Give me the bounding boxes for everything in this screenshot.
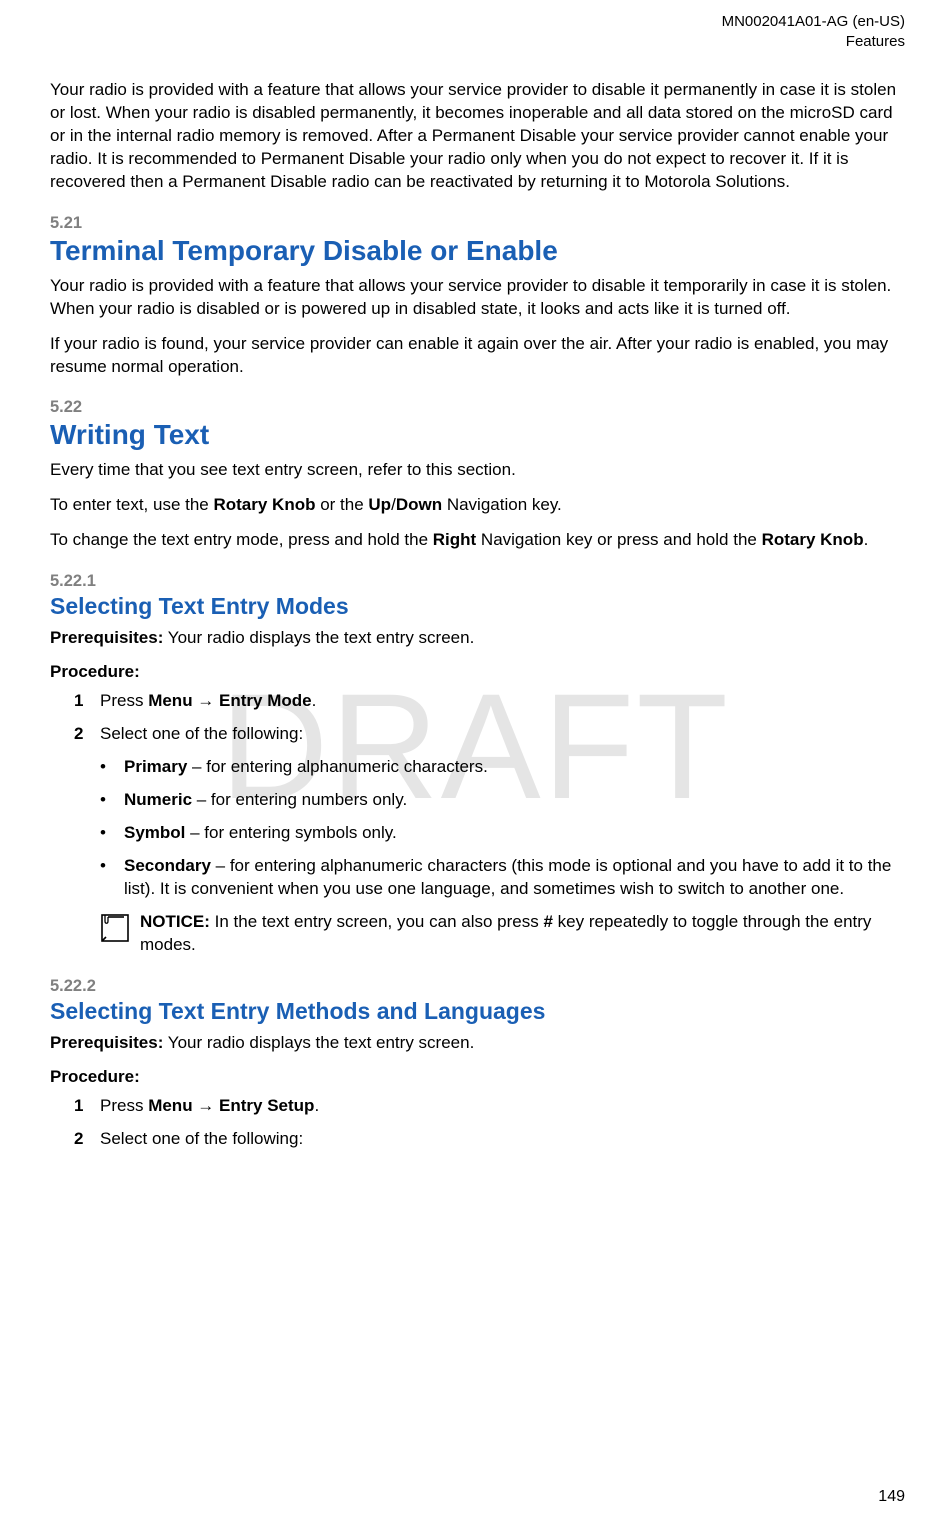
prereq-text: Your radio displays the text entry scree… — [163, 628, 474, 647]
bold-term: Secondary — [124, 856, 211, 875]
prereq-label: Prerequisites: — [50, 628, 163, 647]
bullet-icon: • — [100, 756, 124, 779]
text-span: To change the text entry mode, press and… — [50, 530, 433, 549]
step-number: 2 — [74, 723, 100, 746]
page-content: MN002041A01-AG (en-US) Features Your rad… — [0, 0, 950, 1181]
step-text: Press Menu → Entry Mode. — [100, 690, 316, 713]
bold-term: Numeric — [124, 790, 192, 809]
procedure-label: Procedure: — [50, 662, 905, 682]
bold-term: Entry Setup — [219, 1096, 314, 1115]
bold-term: Down — [396, 495, 442, 514]
step-text: Select one of the following: — [100, 1128, 303, 1151]
page-number: 149 — [878, 1488, 905, 1506]
text-span: . — [312, 691, 317, 710]
option-list: • Primary – for entering alphanumeric ch… — [50, 756, 905, 901]
section-title: Selecting Text Entry Modes — [50, 593, 905, 620]
bold-term: Entry Mode — [219, 691, 312, 710]
section-title: Terminal Temporary Disable or Enable — [50, 235, 905, 267]
step-item: 1 Press Menu → Entry Mode. — [74, 690, 905, 713]
text-span: Press — [100, 1096, 148, 1115]
bullet-icon: • — [100, 789, 124, 812]
text-span: – for entering alphanumeric characters. — [187, 757, 488, 776]
procedure-label: Procedure: — [50, 1067, 905, 1087]
body-paragraph: To enter text, use the Rotary Knob or th… — [50, 494, 905, 517]
doc-id: MN002041A01-AG (en-US) — [50, 12, 905, 32]
prereq-text: Your radio displays the text entry scree… — [163, 1033, 474, 1052]
prerequisites: Prerequisites: Your radio displays the t… — [50, 628, 905, 648]
notice-label: NOTICE: — [140, 912, 210, 931]
section-number: 5.21 — [50, 214, 905, 233]
bold-term: Symbol — [124, 823, 185, 842]
prerequisites: Prerequisites: Your radio displays the t… — [50, 1033, 905, 1053]
section-number: 5.22 — [50, 398, 905, 417]
bold-term: # — [543, 912, 552, 931]
item-text: Secondary – for entering alphanumeric ch… — [124, 855, 905, 901]
list-item: • Symbol – for entering symbols only. — [100, 822, 905, 845]
page-header: MN002041A01-AG (en-US) Features — [50, 12, 905, 51]
notice-block: NOTICE: In the text entry screen, you ca… — [100, 911, 905, 957]
section-number: 5.22.2 — [50, 977, 905, 996]
notice-text: NOTICE: In the text entry screen, you ca… — [140, 911, 905, 957]
step-number: 2 — [74, 1128, 100, 1151]
bullet-icon: • — [100, 855, 124, 901]
bold-term: Menu — [148, 1096, 192, 1115]
text-span: → — [193, 691, 219, 710]
body-paragraph: Your radio is provided with a feature th… — [50, 275, 905, 321]
text-span: → — [193, 1096, 219, 1115]
section-number: 5.22.1 — [50, 572, 905, 591]
text-span: Navigation key or press and hold the — [476, 530, 761, 549]
list-item: • Numeric – for entering numbers only. — [100, 789, 905, 812]
step-number: 1 — [74, 1095, 100, 1118]
section-title: Selecting Text Entry Methods and Languag… — [50, 998, 905, 1025]
chapter-name: Features — [50, 32, 905, 52]
text-span: or the — [315, 495, 368, 514]
text-span: . — [864, 530, 869, 549]
list-item: • Primary – for entering alphanumeric ch… — [100, 756, 905, 779]
bold-term: Menu — [148, 691, 192, 710]
body-paragraph: To change the text entry mode, press and… — [50, 529, 905, 552]
prereq-label: Prerequisites: — [50, 1033, 163, 1052]
text-span: – for entering numbers only. — [192, 790, 407, 809]
text-span: – for entering symbols only. — [185, 823, 396, 842]
item-text: Numeric – for entering numbers only. — [124, 789, 407, 812]
notice-icon — [100, 913, 130, 948]
section-title: Writing Text — [50, 419, 905, 451]
step-text: Select one of the following: — [100, 723, 303, 746]
text-span: – for entering alphanumeric characters (… — [124, 856, 891, 898]
bullet-icon: • — [100, 822, 124, 845]
body-paragraph: Every time that you see text entry scree… — [50, 459, 905, 482]
bold-term: Up — [368, 495, 391, 514]
step-number: 1 — [74, 690, 100, 713]
item-text: Primary – for entering alphanumeric char… — [124, 756, 488, 779]
step-item: 2 Select one of the following: — [74, 723, 905, 746]
intro-paragraph: Your radio is provided with a feature th… — [50, 79, 905, 194]
bold-term: Primary — [124, 757, 187, 776]
step-item: 2 Select one of the following: — [74, 1128, 905, 1151]
text-span: Press — [100, 691, 148, 710]
text-span: Navigation key. — [442, 495, 562, 514]
bold-term: Rotary Knob — [762, 530, 864, 549]
text-span: To enter text, use the — [50, 495, 213, 514]
body-paragraph: If your radio is found, your service pro… — [50, 333, 905, 379]
procedure-steps: 1 Press Menu → Entry Setup. 2 Select one… — [50, 1095, 905, 1151]
procedure-steps: 1 Press Menu → Entry Mode. 2 Select one … — [50, 690, 905, 746]
step-item: 1 Press Menu → Entry Setup. — [74, 1095, 905, 1118]
text-span: . — [314, 1096, 319, 1115]
list-item: • Secondary – for entering alphanumeric … — [100, 855, 905, 901]
text-span: In the text entry screen, you can also p… — [210, 912, 544, 931]
bold-term: Rotary Knob — [213, 495, 315, 514]
step-text: Press Menu → Entry Setup. — [100, 1095, 319, 1118]
item-text: Symbol – for entering symbols only. — [124, 822, 397, 845]
bold-term: Right — [433, 530, 476, 549]
